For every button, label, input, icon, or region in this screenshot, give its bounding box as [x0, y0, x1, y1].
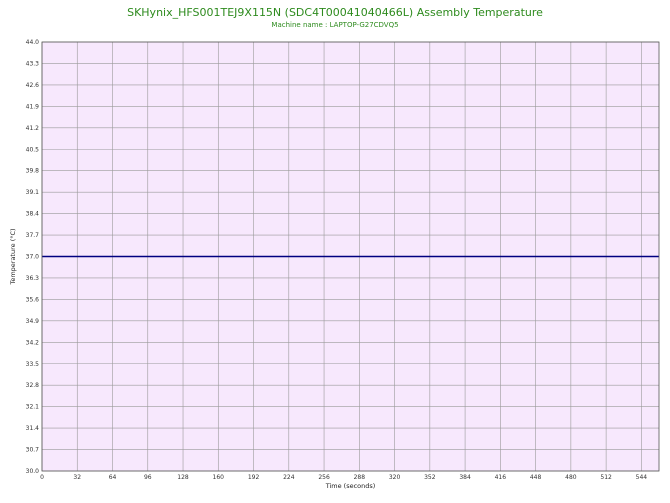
y-tick-label: 41.2 — [26, 125, 40, 132]
x-tick-label: 0 — [40, 474, 44, 481]
x-tick-label: 320 — [389, 474, 401, 481]
y-tick-label: 30.7 — [26, 447, 40, 454]
y-tick-label: 43.3 — [26, 60, 40, 67]
chart-canvas: 0 32 64 96 128 160 192 224 256 288 320 352 384 416 448… — [9, 39, 660, 490]
x-tick-label: 352 — [424, 474, 436, 481]
x-tick-label: 480 — [565, 474, 577, 481]
x-tick-label: 288 — [354, 474, 366, 481]
y-tick-label: 30.0 — [26, 468, 40, 475]
y-axis-ticks: 44.0 43.3 42.6 41.9 41.2 40.5 39.8 39.1 38.4 37.7… — [26, 39, 40, 475]
y-tick-label: 44.0 — [26, 39, 40, 46]
x-axis-label: Time (seconds) — [325, 482, 376, 490]
y-tick-label: 34.9 — [26, 318, 40, 325]
x-tick-label: 224 — [283, 474, 295, 481]
y-tick-label: 32.8 — [26, 382, 40, 389]
y-tick-label: 37.7 — [26, 232, 40, 239]
y-tick-label: 41.9 — [26, 103, 40, 110]
y-tick-label: 40.5 — [26, 146, 40, 153]
x-tick-label: 256 — [318, 474, 330, 481]
x-tick-label: 32 — [73, 474, 81, 481]
y-tick-label: 35.6 — [26, 296, 40, 303]
y-axis-label: Temperature (°C) — [9, 228, 17, 285]
x-axis-ticks: 0 32 64 96 128 160 192 224 256 288 320 352 384 416 448… — [40, 474, 647, 481]
x-tick-label: 512 — [600, 474, 612, 481]
y-tick-label: 36.3 — [26, 275, 40, 282]
y-tick-label: 39.8 — [26, 168, 40, 175]
x-tick-label: 96 — [144, 474, 152, 481]
x-tick-label: 416 — [495, 474, 507, 481]
x-tick-label: 544 — [636, 474, 648, 481]
y-tick-label: 32.1 — [26, 404, 40, 411]
x-tick-label: 192 — [248, 474, 260, 481]
y-tick-label: 42.6 — [26, 82, 40, 89]
y-tick-label: 39.1 — [26, 189, 40, 196]
y-tick-label: 33.5 — [26, 361, 40, 368]
x-tick-label: 448 — [530, 474, 542, 481]
y-tick-label: 31.4 — [26, 425, 40, 432]
x-tick-label: 160 — [213, 474, 225, 481]
y-tick-label: 38.4 — [26, 211, 40, 218]
x-tick-label: 128 — [177, 474, 189, 481]
y-tick-label: 34.2 — [26, 339, 40, 346]
x-tick-label: 384 — [459, 474, 471, 481]
y-tick-label: 37.0 — [26, 254, 40, 261]
x-tick-label: 64 — [109, 474, 117, 481]
